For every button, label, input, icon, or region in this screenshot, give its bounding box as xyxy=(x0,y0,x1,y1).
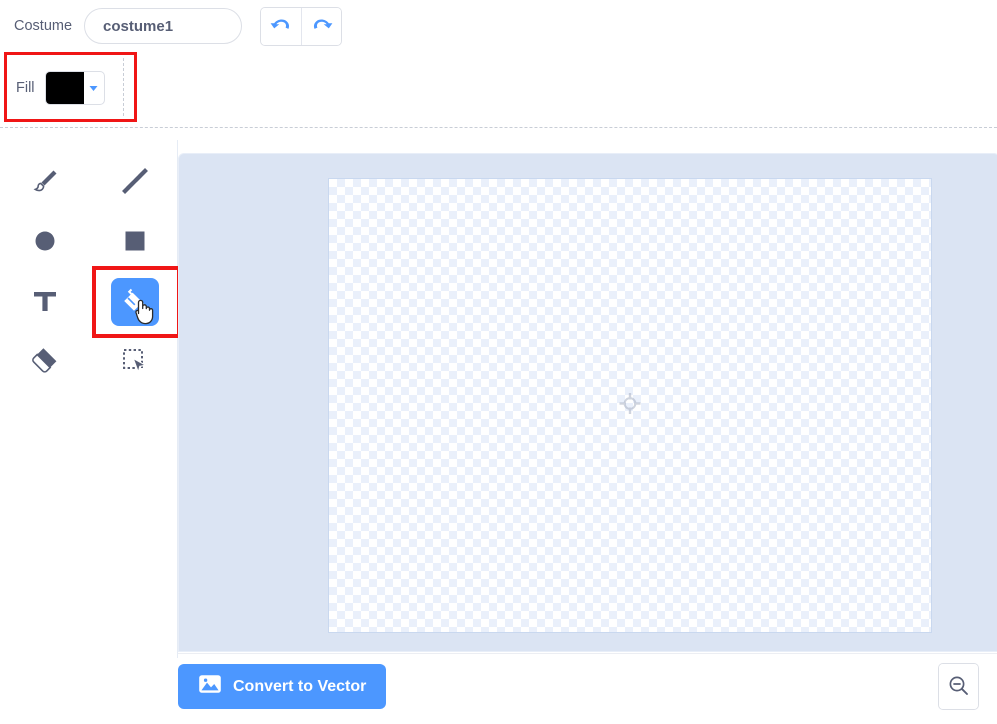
fill-color-swatch-button[interactable] xyxy=(44,71,105,105)
fill-color-chip xyxy=(45,72,84,104)
canvas-center-marker xyxy=(618,391,642,420)
fill-toolbar-divider xyxy=(123,58,124,116)
chevron-down-icon xyxy=(84,85,104,92)
redo-button[interactable] xyxy=(301,7,342,45)
bottom-bar: Convert to Vector xyxy=(178,653,997,724)
toolbar-separator xyxy=(0,127,997,128)
brush-tool-button[interactable] xyxy=(21,158,69,206)
fill-toolbar-row: Fill xyxy=(0,52,997,124)
rectangle-icon xyxy=(118,224,152,261)
line-tool-button[interactable] xyxy=(111,158,159,206)
line-icon xyxy=(118,164,152,201)
paint-editor: Costume costume1 Fill Convert to Vector xyxy=(0,0,997,724)
brush-icon xyxy=(28,164,62,201)
circle-tool-button[interactable] xyxy=(21,218,69,266)
hand-cursor-icon xyxy=(133,296,157,329)
text-icon xyxy=(28,284,62,321)
tool-palette xyxy=(0,140,178,660)
convert-to-vector-button[interactable]: Convert to Vector xyxy=(178,664,387,709)
fill-tool-button[interactable] xyxy=(111,278,159,326)
redo-icon xyxy=(311,16,333,37)
undo-redo-group xyxy=(260,6,343,46)
text-tool-button[interactable] xyxy=(21,278,69,326)
costume-label: Costume xyxy=(14,18,73,34)
zoom-out-button[interactable] xyxy=(939,664,978,709)
zoom-out-icon xyxy=(948,675,969,699)
zoom-controls xyxy=(938,663,979,710)
image-icon xyxy=(198,674,222,699)
costume-row: Costume xyxy=(0,0,997,52)
select-tool-button[interactable] xyxy=(111,338,159,386)
circle-icon xyxy=(28,224,62,261)
fill-label: Fill xyxy=(16,80,35,96)
undo-button[interactable] xyxy=(261,7,302,45)
costume-name-input[interactable] xyxy=(84,8,243,44)
canvas-workspace[interactable] xyxy=(178,153,997,652)
eraser-tool-button[interactable] xyxy=(21,338,69,386)
eraser-icon xyxy=(28,344,62,381)
undo-icon xyxy=(270,16,292,37)
select-icon xyxy=(118,344,152,381)
convert-to-vector-label: Convert to Vector xyxy=(233,677,367,695)
drawing-canvas[interactable] xyxy=(329,179,931,632)
rect-tool-button[interactable] xyxy=(111,218,159,266)
